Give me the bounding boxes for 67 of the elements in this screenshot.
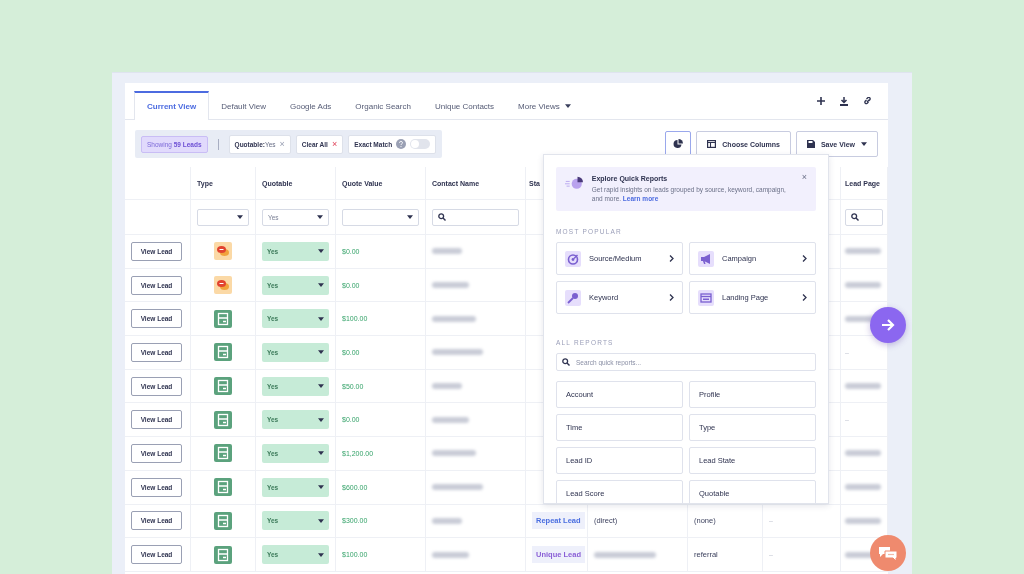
pie-chart-icon: [673, 139, 684, 149]
help-icon[interactable]: [396, 139, 407, 149]
view-tab[interactable]: Google Ads: [277, 91, 344, 119]
caret-icon: [318, 316, 324, 321]
chevron-right-icon: [669, 294, 674, 302]
redacted-name: [432, 248, 462, 255]
redacted-name: [432, 282, 469, 289]
redacted-name: [432, 349, 483, 356]
caret-icon: [318, 384, 324, 389]
chat-bubbles-icon: [214, 242, 232, 261]
search-icon: [851, 213, 859, 221]
remove-icon[interactable]: ×: [331, 139, 338, 149]
form-icon: [214, 444, 232, 463]
caret-icon: [317, 215, 323, 219]
chevron-right-icon: [669, 255, 674, 263]
chevron-right-icon: [802, 255, 807, 263]
caret-icon: [237, 215, 243, 219]
save-icon: [806, 140, 815, 148]
redacted-name: [432, 450, 476, 457]
megaphone-icon: [698, 250, 714, 267]
chat-bubbles-icon: [214, 276, 232, 295]
redacted-name: [432, 383, 462, 390]
redacted-name: [432, 551, 469, 558]
view-tab[interactable]: Organic Search: [343, 91, 423, 119]
form-icon: [214, 478, 232, 497]
caret-icon: [318, 451, 324, 456]
contact-search-field[interactable]: [432, 208, 519, 226]
toggle-switch[interactable]: [410, 139, 431, 149]
pie-chart-icon: [565, 175, 584, 191]
key-icon: [565, 289, 581, 306]
form-icon: [214, 377, 232, 396]
columns-icon: [707, 140, 717, 148]
view-tab[interactable]: More Views: [506, 91, 583, 119]
caret-icon: [407, 215, 413, 219]
caret-icon: [318, 283, 324, 288]
redacted-name: [432, 315, 476, 322]
caret-icon: [318, 552, 324, 557]
reports-button[interactable]: [665, 131, 692, 157]
search-icon: [562, 358, 570, 367]
chevron-right-icon: [802, 294, 807, 302]
caret-icon: [861, 142, 867, 146]
caret-icon: [318, 249, 324, 254]
lead-page-search-field[interactable]: [845, 208, 883, 226]
form-icon: [214, 545, 232, 564]
browser-icon: [698, 289, 714, 306]
caret-icon: [318, 350, 324, 355]
form-icon: [214, 410, 232, 429]
redacted-name: [432, 484, 483, 491]
redacted-name: [432, 416, 469, 423]
target-icon: [565, 250, 581, 267]
download-icon[interactable]: [840, 96, 848, 106]
caret-icon: [318, 485, 324, 490]
redacted-name: [432, 517, 462, 524]
view-tab[interactable]: Default View: [209, 91, 278, 119]
link-icon[interactable]: [863, 96, 872, 106]
form-icon: [214, 511, 232, 530]
form-icon: [214, 343, 232, 362]
close-icon[interactable]: ×: [801, 172, 807, 182]
add-icon[interactable]: [817, 97, 825, 105]
caret-icon: [318, 518, 324, 523]
caret-icon: [318, 417, 324, 422]
arrow-right-icon: [881, 319, 895, 331]
view-tab[interactable]: Current View: [134, 91, 210, 120]
view-tab[interactable]: Unique Contacts: [422, 91, 507, 119]
chat-icon: [879, 545, 897, 561]
form-icon: [214, 309, 232, 328]
search-icon: [438, 213, 446, 221]
